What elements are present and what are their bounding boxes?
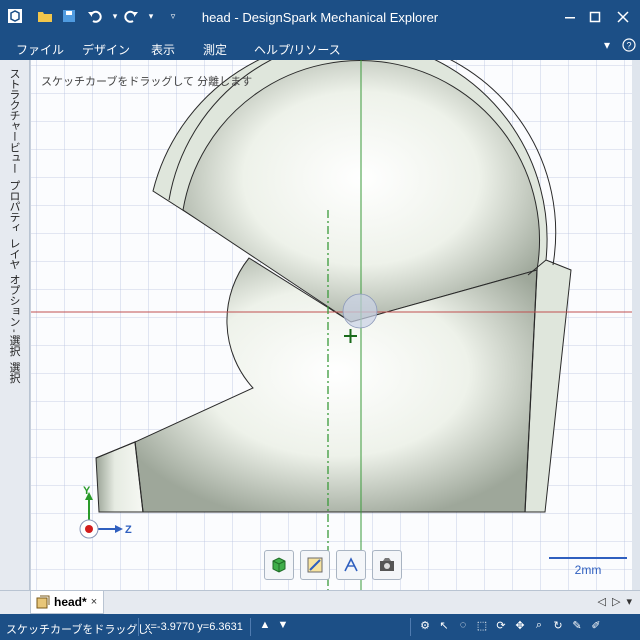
axis-z-label: Z xyxy=(125,524,132,536)
left-panel-tabs: ストラクチャー ビュー プロパティ レイヤ オプション - 選択 選択 xyxy=(0,60,30,590)
scale-label: 2mm xyxy=(574,563,602,577)
pan-icon[interactable]: ✥ xyxy=(513,619,527,632)
tab-options-select[interactable]: オプション - 選択 xyxy=(6,274,22,356)
tab-next-icon[interactable]: ▷ xyxy=(612,595,620,608)
help-icon[interactable]: ? xyxy=(622,38,636,55)
scale-bar: 2mm xyxy=(549,557,627,577)
display-icon[interactable] xyxy=(372,550,402,580)
tab-structure[interactable]: ストラクチャー xyxy=(6,68,22,142)
close-icon[interactable] xyxy=(608,4,638,30)
tab-view[interactable]: ビュー xyxy=(6,142,22,174)
svg-text:?: ? xyxy=(626,41,631,51)
viewport-toolbar xyxy=(264,550,404,586)
design-viewport[interactable]: Y Z スケッチカーブをドラッグして 分離します 2mm xyxy=(30,60,632,590)
close-tab-icon[interactable]: × xyxy=(91,596,97,608)
orbit-icon[interactable]: ⟳ xyxy=(494,619,508,632)
maximize-icon[interactable] xyxy=(580,4,610,30)
lasso-icon[interactable]: ◌ xyxy=(456,619,470,632)
window-title: head - DesignSpark Mechanical Explorer xyxy=(201,10,439,25)
triangle-down-icon[interactable]: ▼ xyxy=(276,619,290,631)
sketch-edit-icon[interactable] xyxy=(300,550,330,580)
status-bar: スケッチカーブをドラッグし、 x=-3.9770 y=6.3631 ▲ ▼ ⚙ … xyxy=(0,614,640,640)
annotate-icon[interactable] xyxy=(336,550,366,580)
document-tab[interactable]: head* × xyxy=(30,591,104,614)
menu-help-resources[interactable]: ヘルプ/リソース xyxy=(254,41,341,58)
select-arrow-icon[interactable]: ↖ xyxy=(437,619,451,632)
document-tab-bar: head* × ◁ ▷ ▾ xyxy=(0,590,640,614)
viewport-hint: スケッチカーブをドラッグして 分離します xyxy=(41,76,253,88)
triangle-up-icon[interactable]: ▲ xyxy=(258,619,272,631)
tab-navigation: ◁ ▷ ▾ xyxy=(598,595,632,608)
menu-file[interactable]: ファイル xyxy=(16,41,64,58)
title-bar: ▾ ▾ ▿ head - DesignSpark Mechanical Expl… xyxy=(0,0,640,36)
document-tab-label: head* xyxy=(54,595,87,609)
status-message: スケッチカーブをドラッグし、 xyxy=(6,624,160,636)
tab-layers[interactable]: レイヤ xyxy=(6,238,22,270)
origin-sphere[interactable] xyxy=(342,293,378,329)
tab-prev-icon[interactable]: ◁ xyxy=(598,595,606,608)
tab-select[interactable]: 選択 xyxy=(6,362,22,383)
pencil-icon[interactable]: ✎ xyxy=(570,619,584,632)
tab-properties[interactable]: プロパティ xyxy=(6,180,22,233)
design-file-icon xyxy=(36,595,50,609)
solid-cube-icon[interactable] xyxy=(264,550,294,580)
box-select-icon[interactable]: ⬚ xyxy=(475,619,489,632)
pen-icon[interactable]: ✐ xyxy=(589,619,603,632)
status-coordinates: x=-3.9770 y=6.3631 xyxy=(145,621,243,633)
axis-y-label: Y xyxy=(83,485,91,497)
tab-list-icon[interactable]: ▾ xyxy=(626,595,632,608)
menu-view[interactable]: 表示 xyxy=(151,41,175,58)
settings-icon[interactable]: ⚙ xyxy=(418,619,432,632)
spin-icon[interactable]: ↻ xyxy=(551,619,565,632)
zoom-icon[interactable]: ⌕ xyxy=(532,619,546,632)
right-edge-strip xyxy=(632,60,640,590)
menu-bar: ファイル デザイン 表示 測定 ヘルプ/リソース ▾ ? xyxy=(0,36,640,60)
menu-design[interactable]: デザイン xyxy=(82,41,130,58)
menu-measure[interactable]: 測定 xyxy=(203,41,227,58)
chevron-down-icon[interactable]: ▾ xyxy=(604,38,610,55)
model-canvas[interactable]: Y Z xyxy=(31,60,632,590)
